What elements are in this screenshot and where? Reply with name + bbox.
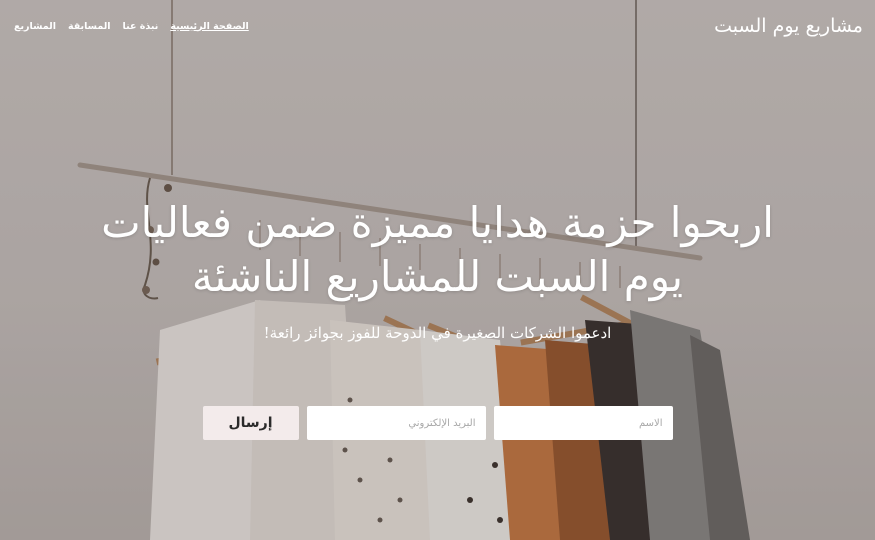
signup-form: إرسال: [0, 406, 875, 440]
nav-links: الصفحة الرئيسية نبذة عنا المسابقة المشار…: [14, 21, 249, 32]
hero-title: اربحوا حزمة هدايا مميزة ضمن فعاليات يوم …: [101, 198, 774, 301]
email-field[interactable]: [306, 406, 486, 440]
nav-link-competition[interactable]: المسابقة: [68, 21, 111, 32]
nav-link-about[interactable]: نبذة عنا: [123, 21, 159, 32]
brand-logo[interactable]: مشاريع يوم السبت: [714, 15, 863, 37]
hero-subtitle: ادعموا الشركات الصغيرة في الدوحة للفوز ب…: [263, 324, 612, 342]
nav-link-projects[interactable]: المشاريع: [14, 21, 56, 32]
navbar: مشاريع يوم السبت الصفحة الرئيسية نبذة عن…: [0, 0, 875, 52]
submit-button[interactable]: إرسال: [202, 406, 299, 440]
hero-section: اربحوا حزمة هدايا مميزة ضمن فعاليات يوم …: [0, 196, 875, 342]
nav-link-home[interactable]: الصفحة الرئيسية: [170, 21, 248, 32]
name-field[interactable]: [493, 406, 673, 440]
